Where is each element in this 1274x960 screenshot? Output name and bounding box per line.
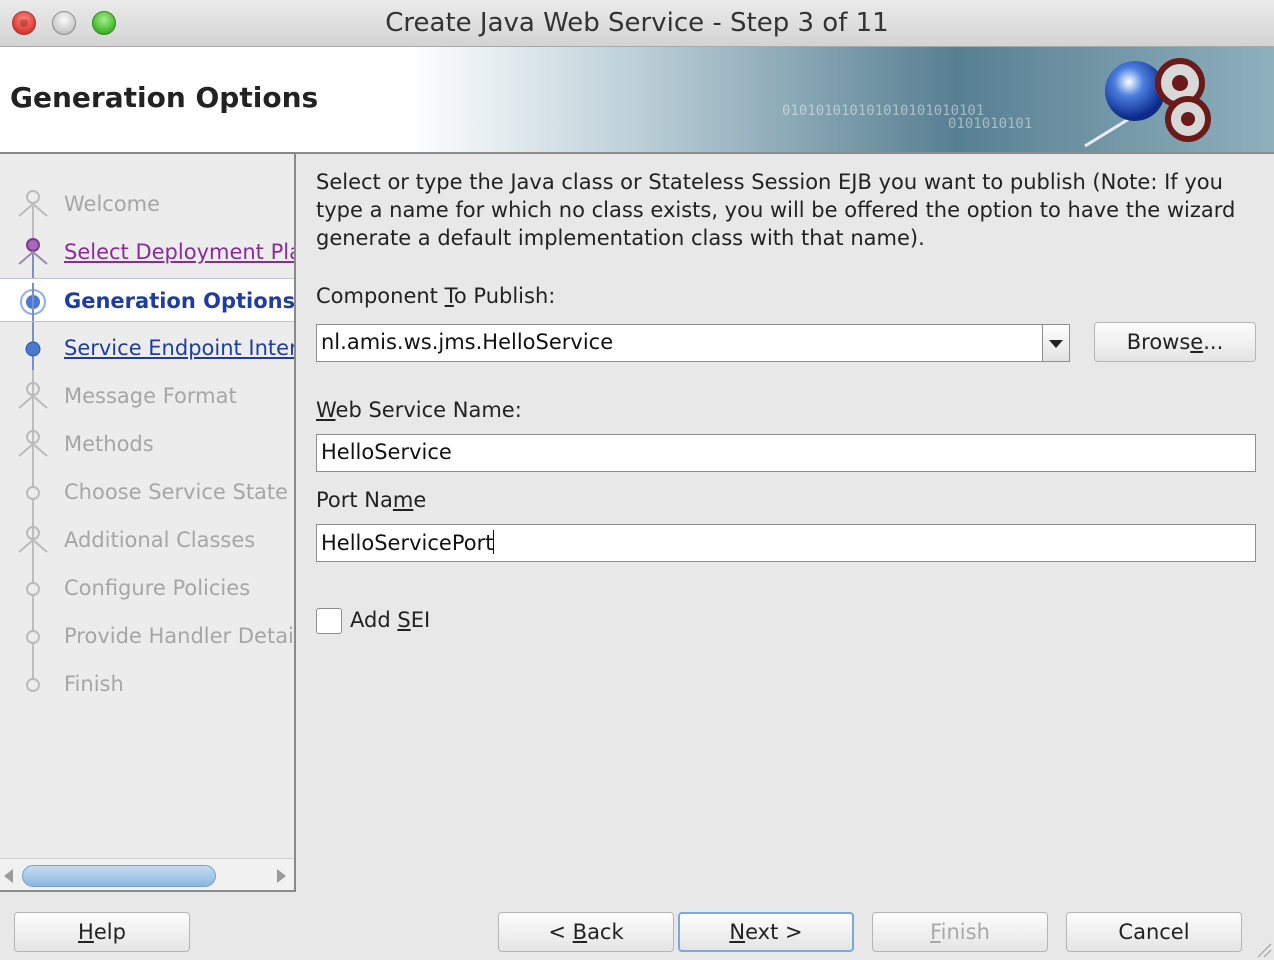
- header-banner: Generation Options 010101010101010101010…: [0, 47, 1274, 154]
- window-title: Create Java Web Service - Step 3 of 11: [385, 8, 889, 38]
- step-service-endpoint-interface[interactable]: Service Endpoint Interface: [0, 326, 294, 370]
- step-label: Provide Handler Details: [64, 624, 294, 648]
- step-label: Configure Policies: [64, 576, 251, 600]
- step-select-deployment-platform[interactable]: Select Deployment Platform: [0, 230, 294, 274]
- step-configure-policies: Configure Policies: [0, 566, 294, 610]
- scroll-right-arrow-icon[interactable]: [277, 869, 286, 883]
- step-circle-icon: [26, 486, 40, 500]
- step-person-icon: [18, 382, 48, 409]
- step-person-icon: [18, 238, 48, 265]
- step-person-icon: [18, 526, 48, 553]
- step-circle-icon: [26, 630, 40, 644]
- step-circle-icon: [26, 678, 40, 692]
- step-person-icon: [18, 190, 48, 217]
- step-label[interactable]: Select Deployment Platform: [64, 240, 294, 264]
- resize-grip-icon[interactable]: [1256, 942, 1272, 958]
- title-bar: Create Java Web Service - Step 3 of 11: [0, 0, 1274, 47]
- browse-button[interactable]: Browse...: [1094, 322, 1256, 362]
- page-title: Generation Options: [10, 81, 319, 114]
- cancel-button[interactable]: Cancel: [1066, 912, 1242, 952]
- step-methods: Methods: [0, 422, 294, 466]
- step-additional-classes: Additional Classes: [0, 518, 294, 562]
- banner-binary-text-2: 0101010101: [948, 116, 1033, 132]
- port-name-value[interactable]: HelloServicePort: [321, 530, 495, 555]
- scroll-left-arrow-icon[interactable]: [4, 869, 13, 883]
- web-service-name-input[interactable]: HelloService: [316, 434, 1256, 472]
- step-person-icon: [18, 430, 48, 457]
- step-label: Finish: [64, 672, 124, 696]
- step-finish: Finish: [0, 662, 294, 706]
- instructions-text: Select or type the Java class or Statele…: [316, 170, 1236, 250]
- finish-button: Finish: [872, 912, 1048, 952]
- steps-horizontal-scrollbar[interactable]: [0, 858, 294, 890]
- step-label: Methods: [64, 432, 154, 456]
- step-label: Message Format: [64, 384, 237, 408]
- port-name-input[interactable]: HelloServicePort: [316, 524, 1256, 562]
- step-welcome: Welcome: [0, 182, 294, 226]
- step-label[interactable]: Generation Options: [64, 289, 294, 313]
- component-to-publish-combo[interactable]: nl.amis.ws.jms.HelloService: [316, 324, 1070, 362]
- step-label: Welcome: [64, 192, 161, 216]
- back-button[interactable]: < Back: [498, 912, 674, 952]
- add-sei-checkbox[interactable]: [316, 608, 342, 634]
- step-choose-service-state: Choose Service State: [0, 470, 294, 514]
- scrollbar-thumb[interactable]: [22, 865, 216, 887]
- web-service-name-value[interactable]: HelloService: [321, 440, 452, 464]
- step-label[interactable]: Service Endpoint Interface: [64, 336, 294, 360]
- help-button[interactable]: Help: [14, 912, 190, 952]
- port-name-label: Port Name: [316, 488, 427, 512]
- step-label: Choose Service State: [64, 480, 289, 504]
- next-button[interactable]: Next >: [678, 912, 854, 952]
- step-message-format: Message Format: [0, 374, 294, 418]
- step-dot-icon: [25, 341, 41, 357]
- step-circle-icon: [26, 582, 40, 596]
- chevron-down-icon[interactable]: [1042, 325, 1069, 361]
- component-to-publish-value[interactable]: nl.amis.ws.jms.HelloService: [321, 330, 613, 354]
- component-to-publish-label: Component To Publish:: [316, 284, 556, 308]
- text-caret: [493, 530, 495, 554]
- web-service-name-label: Web Service Name:: [316, 398, 522, 422]
- step-provide-handler-details: Provide Handler Details: [0, 614, 294, 658]
- step-current-icon: [20, 283, 46, 321]
- step-generation-options[interactable]: Generation Options: [0, 278, 294, 322]
- globe-gears-logo-icon: [1084, 58, 1211, 148]
- add-sei-label[interactable]: Add SEI: [350, 608, 430, 632]
- wizard-steps-panel: Welcome Select Deployment Platform Gener…: [0, 154, 296, 892]
- step-label: Additional Classes: [64, 528, 256, 552]
